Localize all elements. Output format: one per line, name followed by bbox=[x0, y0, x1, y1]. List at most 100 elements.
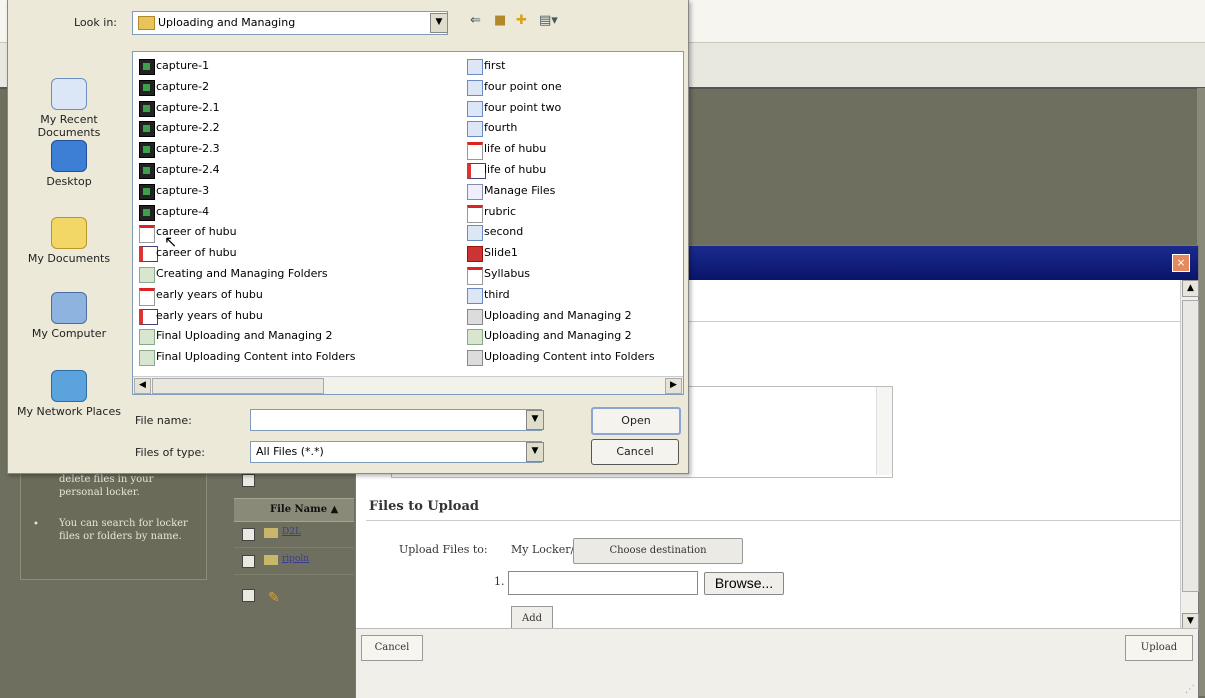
row-checkbox[interactable] bbox=[242, 555, 255, 568]
file-list[interactable]: capture-1 capture-2 capture-2.1 capture-2.2… bbox=[132, 51, 684, 395]
file-name: Syllabus bbox=[484, 266, 531, 280]
place-label: Desktop bbox=[46, 175, 92, 188]
vertical-scrollbar[interactable]: ▲ ▼ bbox=[1180, 280, 1199, 630]
folder-link[interactable]: D2L bbox=[282, 527, 301, 537]
chevron-down-icon[interactable]: ▼ bbox=[526, 410, 544, 430]
row-number: 1. bbox=[494, 575, 505, 588]
aud-file-icon bbox=[467, 59, 483, 75]
place-my-documents[interactable]: My Documents bbox=[8, 217, 130, 265]
file-name: third bbox=[484, 287, 510, 301]
browse-button[interactable]: Browse... bbox=[704, 572, 784, 595]
file-name: Final Uploading Content into Folders bbox=[156, 350, 356, 364]
chevron-down-icon[interactable]: ▼ bbox=[430, 13, 448, 33]
files-of-type-label: Files of type: bbox=[135, 446, 206, 459]
divider bbox=[366, 520, 1181, 521]
file-name: Uploading and Managing 2 bbox=[484, 308, 632, 322]
my-documents-icon bbox=[51, 217, 87, 249]
pdf-file-icon bbox=[467, 142, 483, 161]
folder-icon bbox=[138, 16, 155, 30]
column-header-label: File Name ▲ bbox=[270, 504, 339, 515]
file-name: fourth bbox=[484, 121, 518, 135]
new-folder-icon[interactable]: ✚ bbox=[516, 13, 527, 28]
files-of-type-dropdown[interactable]: All Files (*.*) bbox=[250, 441, 542, 463]
cap-file-icon bbox=[139, 79, 155, 96]
scroll-left-icon[interactable]: ◀ bbox=[134, 378, 151, 394]
place-desktop[interactable]: Desktop bbox=[8, 140, 130, 188]
horizontal-scrollbar[interactable]: ◀ ▶ bbox=[133, 376, 683, 394]
select-all-checkbox[interactable] bbox=[242, 474, 255, 487]
choose-destination-button[interactable]: Choose destination bbox=[573, 538, 743, 564]
network-places-icon bbox=[51, 370, 87, 402]
look-in-value: Uploading and Managing bbox=[158, 16, 296, 29]
file-name: first bbox=[484, 59, 506, 72]
row-checkbox[interactable] bbox=[242, 589, 255, 602]
htm-file-icon bbox=[139, 266, 155, 283]
cancel-button[interactable]: Cancel bbox=[591, 439, 679, 465]
file-name: Manage Files bbox=[484, 183, 556, 197]
textarea-scrollbar[interactable] bbox=[876, 387, 892, 475]
chevron-down-icon[interactable]: ▼ bbox=[526, 442, 544, 462]
view-menu-icon[interactable]: ▤▾ bbox=[539, 13, 558, 28]
file-path-input[interactable] bbox=[508, 571, 698, 595]
htm-file-icon bbox=[467, 329, 483, 346]
file-name: life of hubu bbox=[484, 142, 547, 156]
row-checkbox[interactable] bbox=[242, 528, 255, 541]
pdf-file-icon bbox=[139, 287, 155, 306]
files-of-type-value: All Files (*.*) bbox=[256, 445, 324, 458]
place-my-network-places[interactable]: My Network Places bbox=[8, 370, 130, 418]
gen-file-icon bbox=[467, 350, 483, 367]
place-my-recent-documents[interactable]: My Recent Documents bbox=[8, 78, 130, 139]
file-name: life of hubu bbox=[484, 162, 547, 176]
place-my-computer[interactable]: My Computer bbox=[8, 292, 130, 340]
file-name: Uploading Content into Folders bbox=[484, 350, 655, 364]
folder-link[interactable]: ripoln bbox=[282, 554, 309, 564]
place-label: My Network Places bbox=[17, 405, 121, 418]
htm-file-icon bbox=[139, 350, 155, 367]
bullet-icon: • bbox=[33, 519, 39, 530]
scroll-up-icon[interactable]: ▲ bbox=[1182, 280, 1199, 297]
tip-text-2: You can search for locker files or folde… bbox=[59, 518, 188, 542]
cap-file-icon bbox=[139, 59, 155, 75]
file-name: four point two bbox=[484, 100, 562, 114]
desktop-icon bbox=[51, 140, 87, 172]
aud-file-icon bbox=[467, 225, 483, 242]
back-arrow-icon[interactable]: ⇐ bbox=[470, 13, 481, 28]
cap-file-icon bbox=[139, 100, 155, 117]
up-folder-icon[interactable]: ■ bbox=[494, 13, 506, 28]
folder-icon bbox=[264, 555, 278, 565]
file-name: early years of hubu bbox=[156, 287, 263, 301]
file-name-input[interactable] bbox=[250, 409, 542, 431]
upload-button[interactable]: Upload bbox=[1125, 635, 1193, 661]
aud-file-icon bbox=[467, 79, 483, 96]
img-file-icon bbox=[467, 246, 483, 263]
place-label: My Recent Documents bbox=[37, 113, 101, 139]
place-label: My Documents bbox=[27, 252, 111, 265]
files-to-upload-heading: Files to Upload bbox=[369, 499, 479, 514]
file-name: Final Uploading and Managing 2 bbox=[156, 329, 333, 343]
aud-file-icon bbox=[467, 121, 483, 138]
upload-to-label: Upload Files to: bbox=[399, 543, 488, 556]
cancel-button[interactable]: Cancel bbox=[361, 635, 423, 661]
mouse-cursor-icon: ↖ bbox=[164, 232, 178, 251]
cap-file-icon bbox=[139, 183, 155, 200]
table-row: ripoln bbox=[234, 548, 354, 575]
add-button[interactable]: Add bbox=[511, 606, 553, 630]
file-name: capture-3 bbox=[156, 183, 210, 197]
scroll-right-icon[interactable]: ▶ bbox=[665, 378, 682, 394]
pdf-file-icon bbox=[467, 266, 483, 285]
gen-file-icon bbox=[467, 308, 483, 325]
cap-file-icon bbox=[139, 204, 155, 221]
file-name-column-header[interactable]: File Name ▲ bbox=[234, 498, 354, 522]
open-button[interactable]: Open bbox=[591, 407, 681, 435]
resize-grip-icon[interactable]: ⋰ bbox=[1185, 684, 1195, 695]
recent-documents-icon bbox=[51, 78, 87, 110]
close-icon[interactable]: × bbox=[1172, 254, 1190, 272]
file-name: four point one bbox=[484, 79, 562, 93]
file-name-label: File name: bbox=[135, 414, 192, 427]
look-in-dropdown[interactable]: Uploading and Managing bbox=[132, 11, 448, 35]
my-computer-icon bbox=[51, 292, 87, 324]
scroll-thumb[interactable] bbox=[1182, 300, 1199, 592]
file-name: capture-2.1 bbox=[156, 100, 220, 114]
edit-icon[interactable]: ✎ bbox=[268, 590, 280, 606]
scroll-thumb[interactable] bbox=[152, 378, 324, 394]
